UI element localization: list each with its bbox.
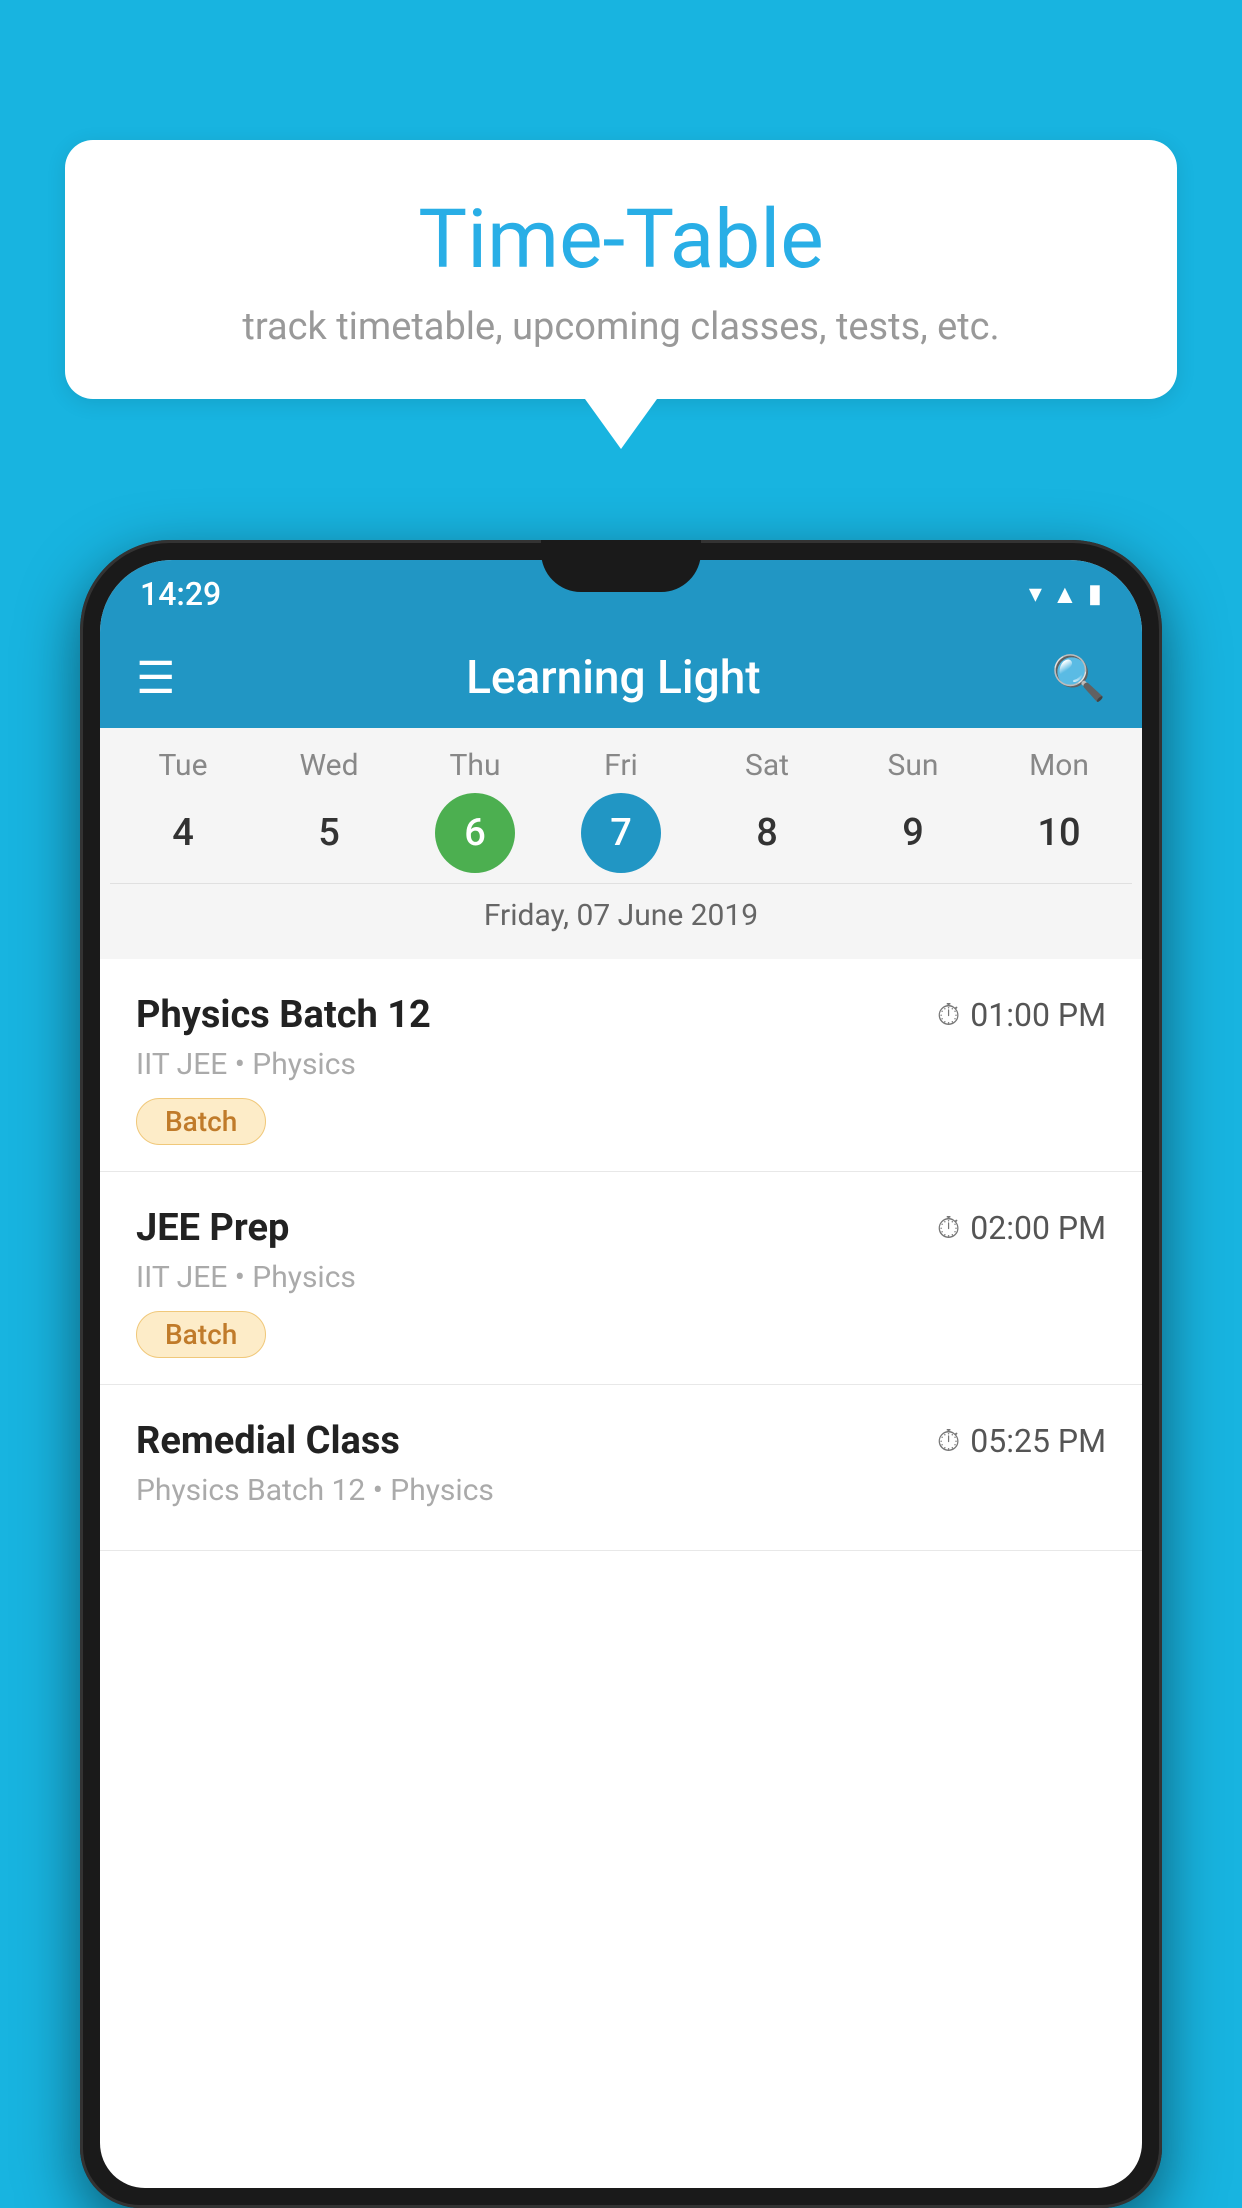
schedule-item-name: Physics Batch 12 [136, 993, 431, 1037]
phone-screen: 14:29 ▾ ▲ ▮ ☰ Learning Light 🔍 Tue4Wed5T… [100, 560, 1142, 2188]
schedule-item-sub: IIT JEE • Physics [136, 1047, 1106, 1082]
day-name: Sun [888, 748, 939, 783]
speech-bubble: Time-Table track timetable, upcoming cla… [65, 140, 1177, 399]
signal-icon: ▲ [1052, 579, 1078, 610]
phone-frame: 14:29 ▾ ▲ ▮ ☰ Learning Light 🔍 Tue4Wed5T… [80, 540, 1162, 2208]
day-name: Tue [159, 748, 208, 783]
batch-badge: Batch [136, 1311, 266, 1358]
schedule-item-header: Remedial Class ⏱ 05:25 PM [136, 1419, 1106, 1463]
status-time: 14:29 [140, 575, 221, 613]
clock-icon: ⏱ [937, 1424, 960, 1459]
schedule-item-header: Physics Batch 12 ⏱ 01:00 PM [136, 993, 1106, 1037]
menu-icon[interactable]: ☰ [136, 652, 175, 704]
clock-icon: ⏱ [937, 1211, 960, 1246]
day-number[interactable]: 5 [289, 793, 369, 873]
day-col-thu[interactable]: Thu 6 [410, 748, 540, 873]
day-name: Fri [604, 748, 638, 783]
schedule-item-sub: Physics Batch 12 • Physics [136, 1473, 1106, 1508]
week-days-header: Tue 4 Wed 5 Thu 6 Fri 7 Sat 8 Sun 9 Mon 10 [110, 748, 1132, 873]
speech-bubble-container: Time-Table track timetable, upcoming cla… [65, 140, 1177, 449]
day-number[interactable]: 8 [727, 793, 807, 873]
day-col-mon[interactable]: Mon 10 [994, 748, 1124, 873]
day-number[interactable]: 7 [581, 793, 661, 873]
status-icons: ▾ ▲ ▮ [1029, 579, 1102, 610]
app-toolbar: ☰ Learning Light 🔍 [100, 628, 1142, 728]
speech-bubble-subtitle: track timetable, upcoming classes, tests… [125, 305, 1117, 349]
day-col-sat[interactable]: Sat 8 [702, 748, 832, 873]
schedule-item-name: JEE Prep [136, 1206, 289, 1250]
wifi-icon: ▾ [1029, 579, 1042, 609]
time-text: 02:00 PM [970, 1209, 1106, 1247]
day-col-fri[interactable]: Fri 7 [556, 748, 686, 873]
schedule-item-time: ⏱ 05:25 PM [937, 1422, 1106, 1460]
time-text: 05:25 PM [970, 1422, 1106, 1460]
schedule-item-name: Remedial Class [136, 1419, 400, 1463]
schedule-item[interactable]: JEE Prep ⏱ 02:00 PM IIT JEE • Physics Batch [100, 1172, 1142, 1385]
day-name: Mon [1029, 748, 1089, 783]
day-col-wed[interactable]: Wed 5 [264, 748, 394, 873]
current-date-label: Friday, 07 June 2019 [110, 883, 1132, 949]
day-name: Sat [745, 748, 789, 783]
day-number[interactable]: 10 [1019, 793, 1099, 873]
week-calendar: Tue 4 Wed 5 Thu 6 Fri 7 Sat 8 Sun 9 Mon 10 Friday, 07… [100, 728, 1142, 959]
day-col-tue[interactable]: Tue 4 [118, 748, 248, 873]
time-text: 01:00 PM [970, 996, 1106, 1034]
day-name: Wed [300, 748, 359, 783]
app-title: Learning Light [205, 651, 1021, 705]
batch-badge: Batch [136, 1098, 266, 1145]
clock-icon: ⏱ [937, 998, 960, 1033]
day-name: Thu [450, 748, 501, 783]
schedule-item[interactable]: Physics Batch 12 ⏱ 01:00 PM IIT JEE • Physi… [100, 959, 1142, 1172]
schedule-list: Physics Batch 12 ⏱ 01:00 PM IIT JEE • Physi… [100, 959, 1142, 1551]
day-col-sun[interactable]: Sun 9 [848, 748, 978, 873]
schedule-item-header: JEE Prep ⏱ 02:00 PM [136, 1206, 1106, 1250]
battery-icon: ▮ [1088, 579, 1102, 609]
schedule-item-time: ⏱ 01:00 PM [937, 996, 1106, 1034]
day-number[interactable]: 9 [873, 793, 953, 873]
schedule-item-time: ⏱ 02:00 PM [937, 1209, 1106, 1247]
schedule-item[interactable]: Remedial Class ⏱ 05:25 PM Physics Batch 12 … [100, 1385, 1142, 1551]
speech-bubble-tail [585, 399, 657, 449]
schedule-item-sub: IIT JEE • Physics [136, 1260, 1106, 1295]
phone-outer: 14:29 ▾ ▲ ▮ ☰ Learning Light 🔍 Tue4Wed5T… [80, 540, 1162, 2208]
search-icon[interactable]: 🔍 [1051, 652, 1106, 704]
day-number[interactable]: 4 [143, 793, 223, 873]
day-number[interactable]: 6 [435, 793, 515, 873]
speech-bubble-title: Time-Table [125, 195, 1117, 285]
phone-notch [541, 540, 701, 592]
